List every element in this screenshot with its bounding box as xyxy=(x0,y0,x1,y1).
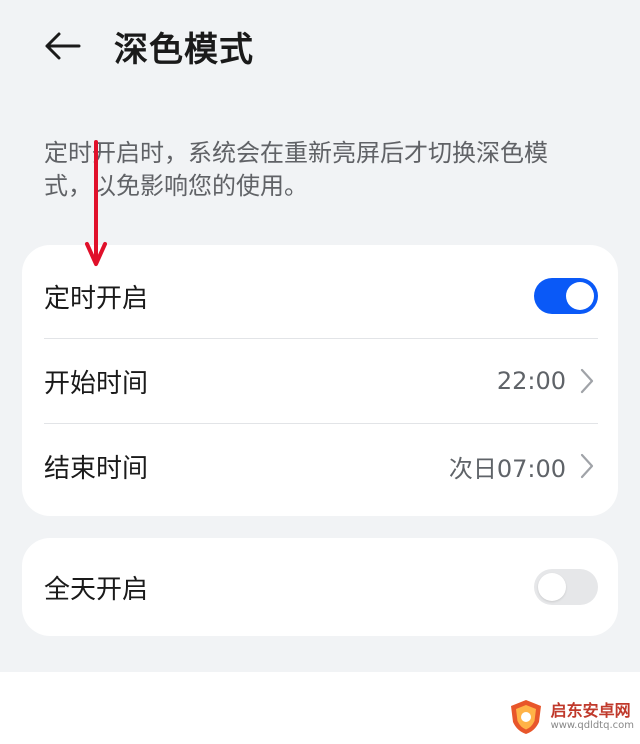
shield-logo-icon xyxy=(510,700,541,734)
end-time-row[interactable]: 结束时间 次日07:00 xyxy=(22,423,618,509)
watermark-url: www.qdldtq.com xyxy=(550,720,634,731)
arrow-left-icon xyxy=(45,32,81,60)
scheduled-toggle[interactable] xyxy=(534,278,598,314)
all-day-toggle[interactable] xyxy=(534,569,598,605)
all-day-label: 全天开启 xyxy=(44,574,149,605)
end-time-label: 结束时间 xyxy=(44,453,149,484)
watermark-title: 启东安卓网 xyxy=(550,701,631,720)
schedule-card: 定时开启 开始时间 22:00 结束时间 次日07:00 xyxy=(22,245,618,516)
app-header: 深色模式 xyxy=(0,0,640,92)
watermark-text: 启东安卓网 www.qdldtq.com xyxy=(551,702,634,732)
end-time-value: 次日07:00 xyxy=(448,454,566,483)
start-time-row[interactable]: 开始时间 22:00 xyxy=(22,338,618,424)
annotation-arrow-icon xyxy=(85,140,107,266)
toggle-knob xyxy=(566,282,594,310)
all-day-card: 全天开启 xyxy=(22,538,618,636)
chevron-right-icon xyxy=(578,452,596,480)
start-time-label: 开始时间 xyxy=(44,368,149,399)
all-day-row[interactable]: 全天开启 xyxy=(22,544,618,630)
page-title: 深色模式 xyxy=(114,30,254,70)
scheduled-label: 定时开启 xyxy=(44,283,149,314)
toggle-knob xyxy=(538,573,566,601)
scheduled-row[interactable]: 定时开启 xyxy=(22,253,618,339)
chevron-right-icon xyxy=(578,367,596,395)
site-watermark: 启东安卓网 www.qdldtq.com xyxy=(507,698,634,736)
schedule-description: 定时开启时，系统会在重新亮屏后才切换深色模式，以免影响您的使用。 xyxy=(44,139,548,200)
back-button[interactable] xyxy=(40,24,84,68)
start-time-value: 22:00 xyxy=(496,367,566,395)
